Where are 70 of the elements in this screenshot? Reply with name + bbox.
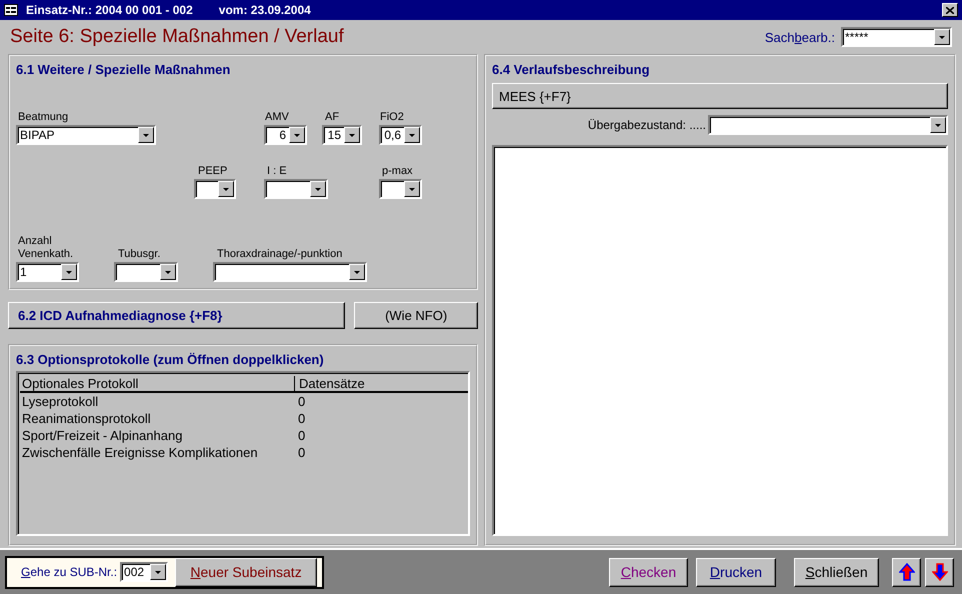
list-cell-text: 0	[297, 411, 306, 426]
dropdown-arrow-icon	[409, 188, 415, 190]
field-label: Übergabezustand: .....	[588, 118, 706, 132]
dropdown-field[interactable]: 1	[16, 262, 79, 282]
mees-button[interactable]: MEES {+F7}	[492, 83, 948, 109]
dropdown-arrow-icon	[349, 134, 355, 136]
list-cell-text: Sport/Freizeit - Alpinanhang	[21, 428, 184, 443]
clerk-label: Sachbearb.:	[764, 30, 835, 44]
dropdown-arrow-icon	[165, 270, 171, 274]
field-label: PEEP	[197, 165, 228, 178]
dropdown-arrow-icon	[143, 134, 149, 136]
dropdown-arrow-icon	[294, 134, 300, 136]
list-cell-text: 0	[297, 445, 306, 460]
dropdown-field[interactable]: 0,6	[379, 125, 422, 145]
dropdown-arrow-icon	[223, 188, 229, 190]
dropdown-field[interactable]	[213, 262, 367, 282]
dropdown-arrow-icon	[939, 36, 945, 38]
section-heading: 6.3 Optionsprotokolle (zum Öffnen doppelklicken)	[16, 352, 325, 367]
next-button[interactable]	[925, 558, 954, 586]
nfo-button[interactable]: (Wie NFO)	[354, 302, 478, 329]
dropdown-arrow-icon	[66, 270, 72, 274]
dropdown-arrow-icon	[354, 270, 360, 274]
dropdown-field[interactable]: 15	[322, 125, 362, 145]
previous-button[interactable]	[892, 558, 921, 586]
window-date: vom: 23.09.2004	[218, 3, 311, 17]
dropdown-arrow-icon	[935, 124, 941, 126]
footer-button[interactable]: Schließen	[794, 558, 879, 586]
list-cell-text: Zwischenfälle Ereignisse Komplikationen	[21, 445, 259, 460]
dropdown-field[interactable]	[708, 115, 948, 135]
down-arrow-icon	[932, 563, 948, 581]
dropdown-field[interactable]	[114, 262, 178, 282]
new-sub-button[interactable]: Neuer Subeinsatz	[175, 558, 318, 586]
field-label: Gehe zu SUB-Nr.:	[21, 565, 118, 579]
page-title: Seite 6: Spezielle Maßnahmen / Verlauf	[10, 26, 345, 48]
protocol-list[interactable]: Optionales Protokoll Datensätze Lyseprotokoll 0 Reanimationsprotokoll 0 Sport/Freizeit - Alpinanhang 0 Zwischenfälle Ereignisse Komplikationen 0	[16, 371, 470, 536]
field-label: Thoraxdrainage/-punktion	[216, 248, 344, 261]
form-icon	[4, 4, 18, 16]
dropdown-field[interactable]	[264, 179, 328, 199]
list-cell-text: 0	[297, 428, 306, 443]
up-arrow-icon	[898, 563, 914, 581]
close-icon	[946, 6, 954, 14]
list-cell-text: 0	[297, 394, 306, 409]
column-header[interactable]: Optionales Protokoll	[20, 376, 295, 390]
dropdown-arrow-icon	[155, 570, 162, 574]
list-cell-text: Lyseprotokoll	[21, 394, 100, 409]
field-label: p-max	[381, 165, 414, 178]
dropdown-field[interactable]	[194, 179, 236, 199]
column-header[interactable]: Datensätze	[295, 376, 365, 390]
field-label: Beatmung	[17, 111, 70, 124]
sub-number-dropdown[interactable]: 002	[120, 562, 168, 582]
field-label: FiO2	[379, 111, 405, 124]
dropdown-field[interactable]: 6	[264, 125, 307, 145]
section-heading: 6.4 Verlaufsbeschreibung	[492, 62, 651, 77]
dropdown-arrow-icon	[409, 134, 415, 136]
list-cell-text: Reanimationsprotokoll	[21, 411, 152, 426]
field-label: AMV	[264, 111, 290, 124]
field-label: Anzahl Venenkath.	[17, 235, 74, 261]
field-label: Tubusgr.	[117, 248, 162, 261]
dropdown-field[interactable]	[379, 179, 422, 199]
icd-button[interactable]: 6.2 ICD Aufnahmediagnose {+F8}	[8, 302, 346, 329]
footer-button[interactable]: Checken	[609, 558, 688, 586]
field-label: AF	[324, 111, 340, 124]
field-label: I : E	[266, 165, 288, 178]
window-title: Einsatz-Nr.: 2004 00 001 - 002	[26, 3, 193, 17]
section-heading: 6.1 Weitere / Spezielle Maßnahmen	[16, 62, 232, 77]
close-button[interactable]	[942, 3, 958, 17]
dropdown-arrow-icon	[315, 188, 321, 190]
clerk-dropdown[interactable]: *****	[841, 27, 952, 47]
footer-button[interactable]: Drucken	[696, 558, 776, 586]
dropdown-field[interactable]: BIPAP	[16, 125, 156, 145]
